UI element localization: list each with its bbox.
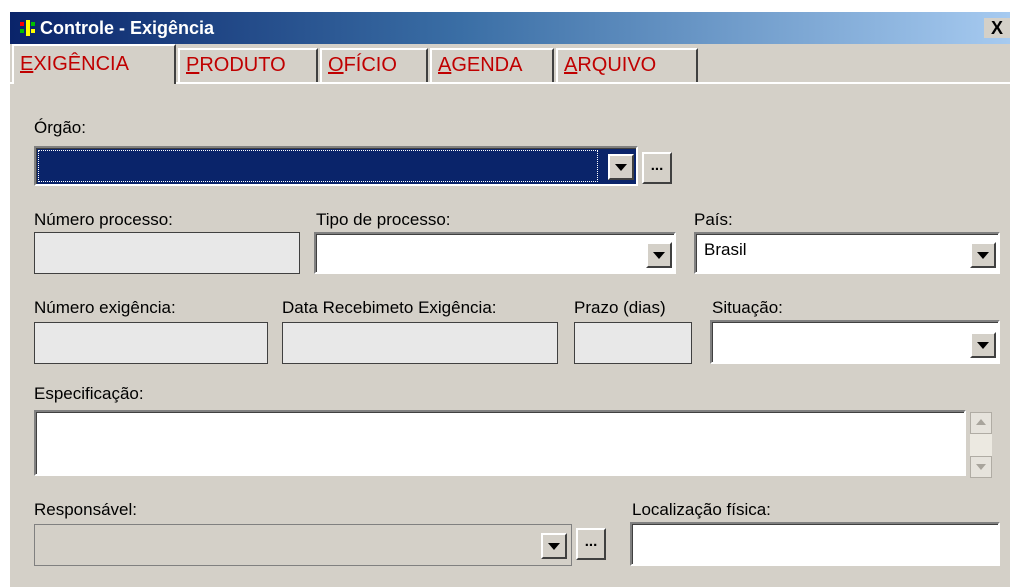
data-recebimento-label: Data Recebimeto Exigência: xyxy=(282,298,497,317)
localizacao-field[interactable] xyxy=(630,522,1000,566)
title-bar: Controle - Exigência X xyxy=(10,12,1010,44)
numero-exigencia-label: Número exigência: xyxy=(34,298,176,317)
tab-mnemonic: O xyxy=(328,54,344,76)
situacao-label: Situação: xyxy=(712,298,783,317)
window-title: Controle - Exigência xyxy=(40,18,215,38)
situacao-combobox[interactable] xyxy=(710,320,1000,364)
tab-produto[interactable]: PRODUTO xyxy=(178,48,318,82)
dialog-window: Controle - Exigência X EXIGÊNCIA PRODUTO… xyxy=(10,12,1010,587)
tipo-processo-label: Tipo de processo: xyxy=(316,210,451,229)
tab-label: RODUTO xyxy=(199,54,286,76)
tab-label: FÍCIO xyxy=(343,54,397,76)
scroll-down-icon[interactable] xyxy=(970,456,992,478)
tab-arquivo[interactable]: ARQUIVO xyxy=(556,48,698,82)
chevron-down-icon[interactable] xyxy=(970,332,996,358)
tipo-processo-combobox[interactable] xyxy=(314,232,676,274)
responsavel-combobox[interactable] xyxy=(34,524,572,566)
close-button[interactable]: X xyxy=(984,18,1010,38)
tab-mnemonic: A xyxy=(438,54,452,76)
tab-oficio[interactable]: OFÍCIO xyxy=(320,48,428,82)
especificacao-label: Especificação: xyxy=(34,384,144,403)
chevron-down-icon[interactable] xyxy=(608,154,634,180)
tab-exigencia[interactable]: EXIGÊNCIA xyxy=(12,44,176,84)
numero-exigencia-field[interactable] xyxy=(34,322,268,364)
tab-label: GENDA xyxy=(451,54,523,76)
data-recebimento-field[interactable] xyxy=(282,322,558,364)
tab-mnemonic: A xyxy=(564,54,578,76)
pais-label: País: xyxy=(694,210,733,229)
pais-combobox[interactable]: Brasil xyxy=(694,232,1000,274)
orgao-combobox[interactable] xyxy=(34,146,638,186)
app-icon xyxy=(20,20,35,36)
orgao-browse-button[interactable]: ... xyxy=(642,152,672,184)
pais-value: Brasil xyxy=(704,240,747,259)
responsavel-browse-button[interactable]: ... xyxy=(576,528,606,560)
tab-label: XIGÊNCIA xyxy=(33,53,129,75)
numero-processo-label: Número processo: xyxy=(34,210,173,229)
tab-mnemonic: P xyxy=(186,54,200,76)
especificacao-textarea[interactable] xyxy=(34,410,966,476)
chevron-down-icon[interactable] xyxy=(970,242,996,268)
chevron-down-icon[interactable] xyxy=(541,533,567,559)
tab-label: RQUIVO xyxy=(577,54,657,76)
tab-agenda[interactable]: AGENDA xyxy=(430,48,554,82)
numero-processo-field[interactable] xyxy=(34,232,300,274)
localizacao-label: Localização física: xyxy=(632,500,771,519)
scroll-up-icon[interactable] xyxy=(970,412,992,434)
tab-mnemonic: E xyxy=(20,53,34,75)
prazo-field[interactable] xyxy=(574,322,692,364)
especificacao-scrollbar[interactable] xyxy=(970,412,992,478)
orgao-label: Órgão: xyxy=(34,118,86,137)
prazo-label: Prazo (dias) xyxy=(574,298,666,317)
responsavel-label: Responsável: xyxy=(34,500,138,519)
chevron-down-icon[interactable] xyxy=(646,242,672,268)
